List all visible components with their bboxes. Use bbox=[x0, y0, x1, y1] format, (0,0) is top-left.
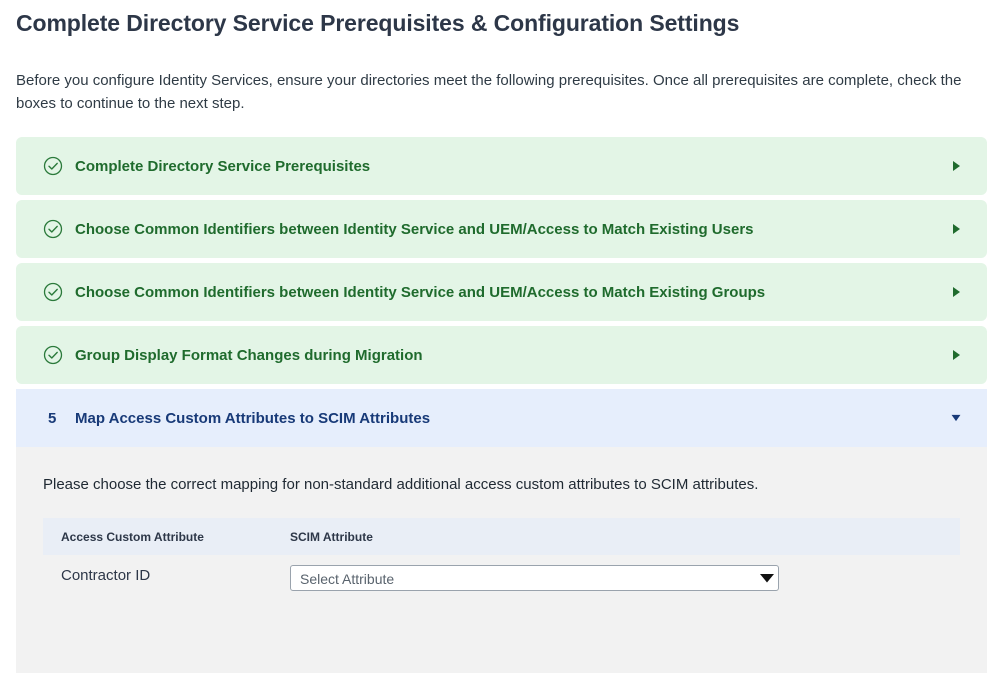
check-circle-icon bbox=[43, 156, 63, 176]
access-attribute-name: Contractor ID bbox=[61, 567, 151, 584]
step-4-header[interactable]: Group Display Format Changes during Migr… bbox=[16, 326, 987, 384]
step-label: Map Access Custom Attributes to SCIM Att… bbox=[75, 409, 431, 427]
check-circle-icon bbox=[43, 345, 63, 365]
check-circle-icon bbox=[43, 219, 63, 239]
intro-text: Before you configure Identity Services, … bbox=[16, 72, 962, 112]
step-label: Choose Common Identifiers between Identi… bbox=[75, 283, 766, 301]
caret-down-icon bbox=[760, 574, 774, 583]
step-3-header[interactable]: Choose Common Identifiers between Identi… bbox=[16, 263, 987, 321]
step-label: Group Display Format Changes during Migr… bbox=[75, 346, 423, 364]
attribute-mapping-table: Access Custom Attribute SCIM Attribute C… bbox=[43, 518, 960, 605]
chevron-right-icon bbox=[953, 287, 960, 297]
column-header-access-attribute: Access Custom Attribute bbox=[61, 530, 204, 544]
chevron-right-icon bbox=[953, 161, 960, 171]
table-header: Access Custom Attribute SCIM Attribute bbox=[43, 518, 960, 555]
step-label: Choose Common Identifiers between Identi… bbox=[75, 220, 754, 238]
scim-attribute-select[interactable]: Select Attribute bbox=[290, 565, 779, 591]
panel-description: Please choose the correct mapping for no… bbox=[43, 476, 759, 493]
page: Complete Directory Service Prerequisites… bbox=[0, 0, 1006, 673]
step-label: Complete Directory Service Prerequisites bbox=[75, 157, 371, 175]
column-header-scim-attribute: SCIM Attribute bbox=[290, 530, 373, 544]
step-5-header[interactable]: 5 Map Access Custom Attributes to SCIM A… bbox=[16, 389, 987, 447]
chevron-right-icon bbox=[953, 224, 960, 234]
step-2-header[interactable]: Choose Common Identifiers between Identi… bbox=[16, 200, 987, 258]
page-title: Complete Directory Service Prerequisites… bbox=[16, 10, 740, 36]
check-circle-icon bbox=[43, 282, 63, 302]
select-value: Select Attribute bbox=[300, 571, 395, 587]
step-number: 5 bbox=[48, 409, 57, 427]
step-5-panel: Please choose the correct mapping for no… bbox=[16, 447, 987, 673]
chevron-right-icon bbox=[953, 350, 960, 360]
table-row: Contractor ID Select Attribute bbox=[43, 555, 960, 605]
chevron-down-icon bbox=[951, 414, 961, 422]
step-1-header[interactable]: Complete Directory Service Prerequisites bbox=[16, 137, 987, 195]
prerequisites-accordion: Complete Directory Service Prerequisites… bbox=[16, 137, 987, 673]
